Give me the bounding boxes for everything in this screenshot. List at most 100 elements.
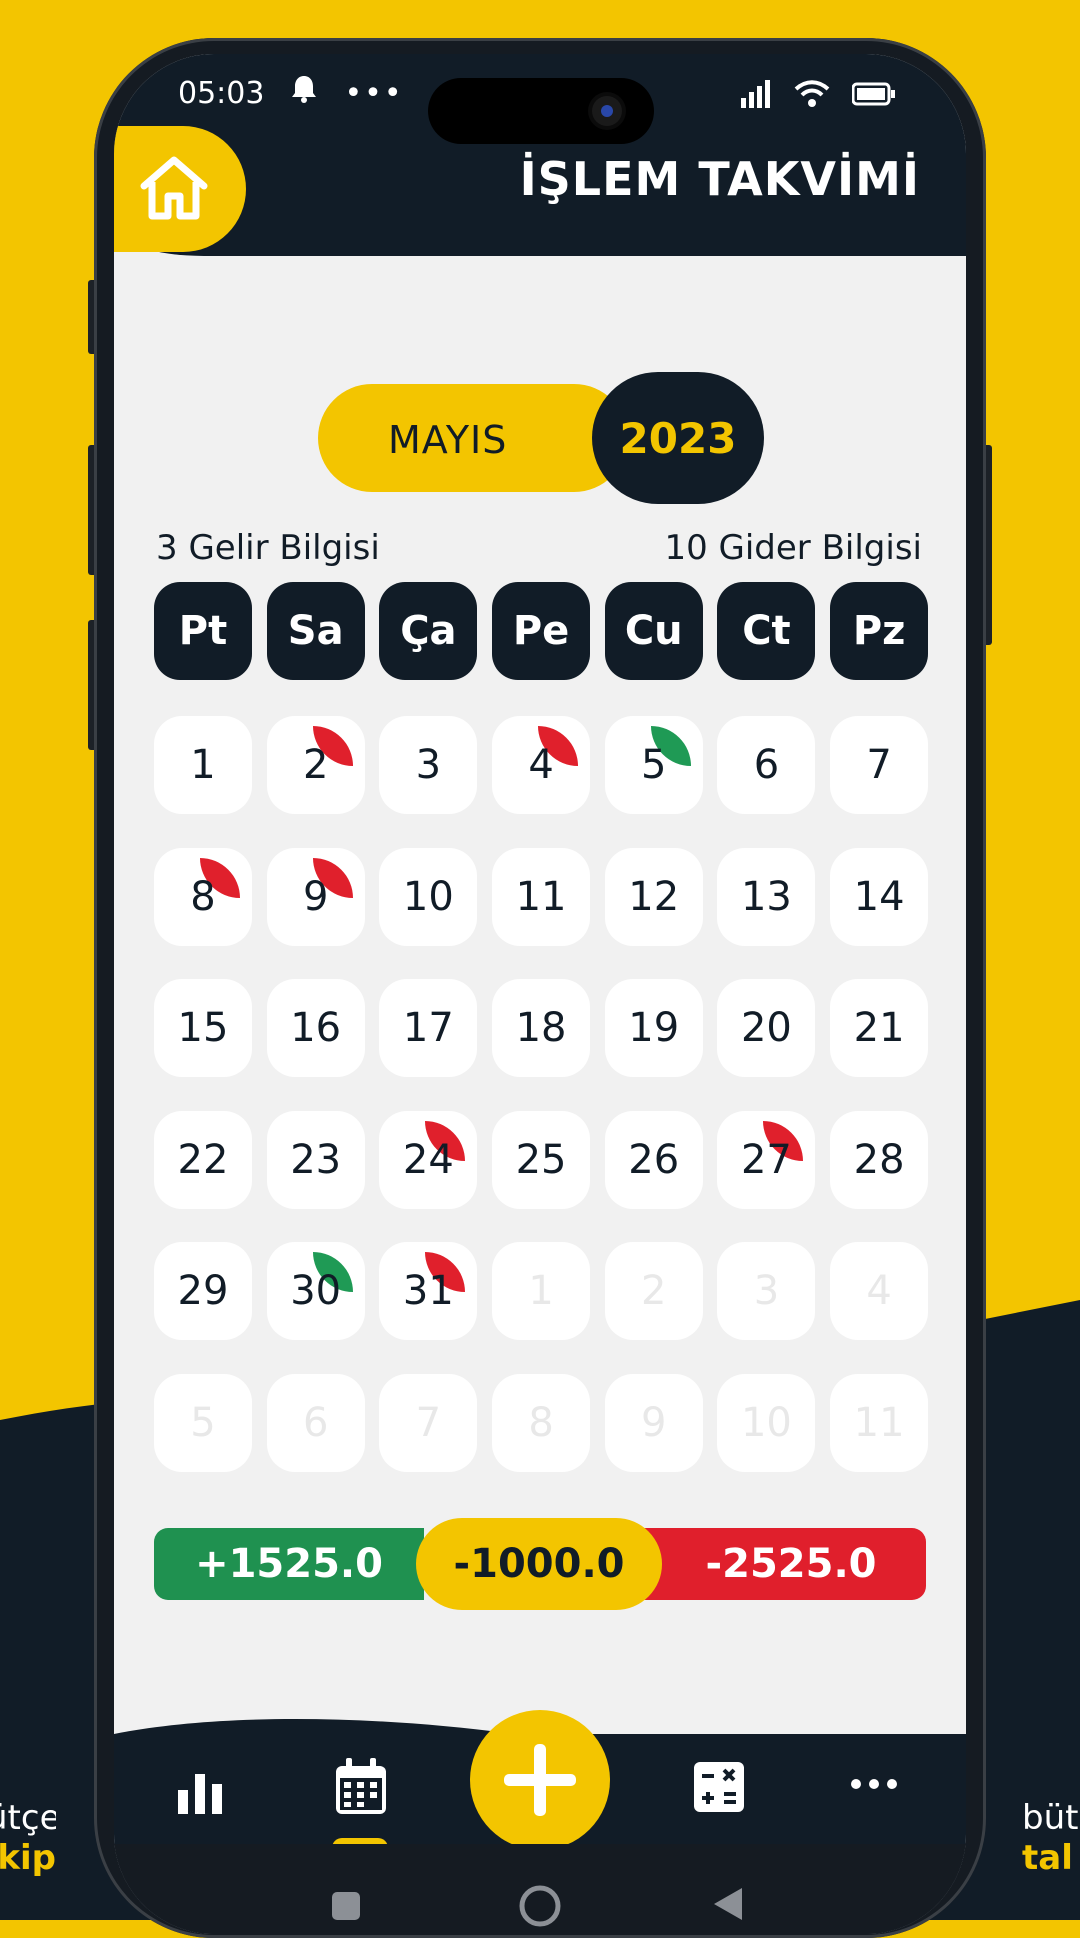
day-number: 12 xyxy=(628,873,680,920)
day-number: 2 xyxy=(641,1268,667,1314)
day-number: 17 xyxy=(402,1005,454,1051)
day-number: 5 xyxy=(641,742,667,788)
calendar-day-other-month: 6 xyxy=(266,1373,365,1472)
expense-total: -2525.0 xyxy=(626,1528,926,1600)
day-number: 7 xyxy=(866,742,892,788)
calendar-day[interactable]: 12 xyxy=(604,847,703,946)
day-number: 2 xyxy=(302,742,329,788)
calendar-day-other-month: 4 xyxy=(830,1242,929,1340)
calendar-day[interactable]: 4 xyxy=(492,716,591,814)
calendar-day[interactable]: 13 xyxy=(717,847,816,946)
calendar-day[interactable]: 5 xyxy=(604,716,703,814)
year-selector[interactable]: 2023 xyxy=(592,372,764,504)
day-number: 6 xyxy=(302,1399,329,1446)
calendar-day[interactable]: 28 xyxy=(830,1110,929,1209)
add-transaction-button[interactable] xyxy=(470,1710,610,1850)
calendar-day[interactable]: 6 xyxy=(717,716,816,814)
day-number: 20 xyxy=(740,1005,792,1051)
day-number: 7 xyxy=(415,1399,442,1446)
calendar-day-other-month: 8 xyxy=(492,1373,591,1472)
calendar-day[interactable]: 14 xyxy=(830,847,929,946)
signal-icon xyxy=(741,80,770,108)
calendar-day-other-month: 3 xyxy=(717,1242,816,1340)
day-number: 9 xyxy=(641,1399,667,1446)
calendar-day-other-month: 10 xyxy=(717,1373,816,1472)
weekday-header-cell: Pz xyxy=(830,582,929,680)
calendar-day[interactable]: 3 xyxy=(379,716,478,814)
day-number: 4 xyxy=(528,742,554,788)
weekday-header-cell: Ça xyxy=(379,582,478,680)
page-title: İŞLEM TAKVİMİ xyxy=(519,152,920,206)
calendar-day[interactable]: 31 xyxy=(379,1242,478,1340)
calendar-day[interactable]: 21 xyxy=(830,979,929,1077)
calendar-day[interactable]: 7 xyxy=(830,716,929,814)
home-circle-icon[interactable] xyxy=(518,1884,562,1928)
month-selector[interactable]: MAYIS xyxy=(318,384,628,492)
weekday-header-cell: Pt xyxy=(154,582,252,680)
day-number: 16 xyxy=(290,1005,342,1051)
calendar-day[interactable]: 24 xyxy=(379,1110,478,1209)
calendar-day[interactable]: 10 xyxy=(379,847,478,946)
calendar-day[interactable]: 19 xyxy=(604,979,703,1077)
calculator-icon xyxy=(694,1762,744,1812)
side-text-right: büt tal xyxy=(1022,1798,1079,1878)
calendar-day[interactable]: 9 xyxy=(266,847,365,946)
day-number: 10 xyxy=(740,1399,792,1446)
calendar-day[interactable]: 20 xyxy=(717,979,816,1077)
day-number: 25 xyxy=(515,1136,567,1183)
recent-apps-icon[interactable] xyxy=(330,1890,362,1922)
calendar-day[interactable]: 17 xyxy=(379,979,478,1077)
calendar-day-other-month: 11 xyxy=(830,1373,929,1472)
status-bar: 05:03 ••• xyxy=(178,74,404,112)
calendar-day[interactable]: 25 xyxy=(492,1110,591,1209)
nav-stats[interactable] xyxy=(176,1768,224,1820)
weekday-header-cell: Ct xyxy=(717,582,816,680)
home-icon xyxy=(140,156,208,220)
system-nav-bar xyxy=(114,1844,966,1934)
income-total: +1525.0 xyxy=(154,1528,424,1600)
calendar-day[interactable]: 16 xyxy=(266,979,365,1077)
calendar-day[interactable]: 29 xyxy=(154,1242,252,1340)
calendar-day[interactable]: 8 xyxy=(154,847,252,946)
calendar-day[interactable]: 27 xyxy=(717,1110,816,1209)
app-screen: 05:03 ••• İŞLEM TAKVİMİ MAYIS 2023 3 Gel… xyxy=(114,54,966,1934)
calendar-day-other-month: 5 xyxy=(154,1373,252,1472)
day-number: 13 xyxy=(740,873,792,920)
calendar-day[interactable]: 22 xyxy=(154,1110,252,1209)
calendar-day[interactable]: 1 xyxy=(154,716,252,814)
nav-calculator[interactable] xyxy=(694,1762,744,1816)
calendar-day-other-month: 1 xyxy=(492,1242,591,1340)
calendar-day[interactable]: 2 xyxy=(266,716,365,814)
nav-more[interactable] xyxy=(850,1776,898,1795)
day-number: 14 xyxy=(853,873,905,920)
month-label: MAYIS xyxy=(388,418,508,462)
more-dots-icon: ••• xyxy=(344,75,404,111)
calendar-day[interactable]: 26 xyxy=(604,1110,703,1209)
header: 05:03 ••• İŞLEM TAKVİMİ xyxy=(114,54,966,256)
calendar-day[interactable]: 23 xyxy=(266,1110,365,1209)
day-number: 27 xyxy=(740,1136,792,1183)
day-number: 9 xyxy=(302,873,329,920)
day-number: 5 xyxy=(190,1399,216,1446)
calendar-day[interactable]: 18 xyxy=(492,979,591,1077)
calendar-day-other-month: 9 xyxy=(604,1373,703,1472)
day-number: 3 xyxy=(415,742,442,788)
plus-icon xyxy=(504,1744,576,1816)
calendar-day[interactable]: 11 xyxy=(492,847,591,946)
calendar-icon xyxy=(336,1758,386,1814)
weekday-header-cell: Cu xyxy=(604,582,703,680)
back-icon[interactable] xyxy=(712,1886,744,1922)
day-number: 4 xyxy=(866,1268,892,1314)
day-number: 31 xyxy=(402,1268,454,1314)
calendar-day[interactable]: 15 xyxy=(154,979,252,1077)
calendar-day[interactable]: 30 xyxy=(266,1242,365,1340)
nav-calendar[interactable] xyxy=(334,1758,388,1820)
more-icon xyxy=(851,1779,897,1789)
day-number: 19 xyxy=(628,1005,680,1051)
day-number: 28 xyxy=(853,1136,905,1183)
home-button[interactable] xyxy=(114,126,246,252)
side-text-left: ütçe kip xyxy=(0,1798,56,1878)
summary-bar: +1525.0 -2525.0 -1000.0 xyxy=(154,1518,926,1610)
day-number: 11 xyxy=(853,1399,905,1446)
day-number: 22 xyxy=(177,1136,229,1183)
